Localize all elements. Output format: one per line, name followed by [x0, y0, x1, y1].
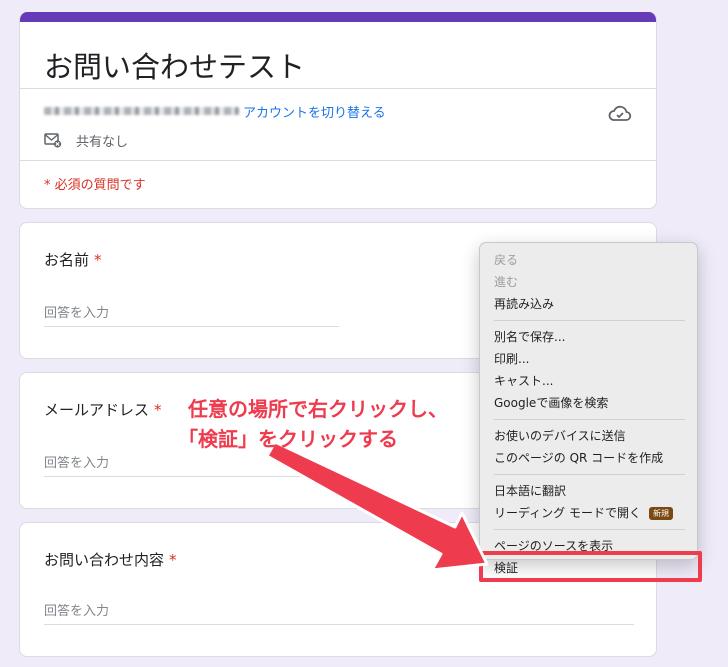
required-star: * — [169, 551, 177, 569]
menu-separator — [494, 474, 685, 475]
divider — [20, 88, 656, 89]
form-header-card: お問い合わせテスト アカウントを切り替える 共有なし * 必須の質問です — [19, 12, 657, 209]
menu-item-google-image-search[interactable]: Googleで画像を検索 — [494, 395, 608, 411]
question-label: お名前 — [44, 251, 90, 269]
menu-item-back[interactable]: 戻る — [494, 252, 518, 268]
question-title: メールアドレス * — [44, 399, 162, 420]
inspect-highlight-box — [479, 551, 702, 582]
menu-item-reading-mode[interactable]: リーディング モードで開く 新規 — [494, 505, 673, 521]
menu-item-qr-code[interactable]: このページの QR コードを作成 — [494, 450, 663, 466]
menu-separator — [494, 320, 685, 321]
menu-separator — [494, 419, 685, 420]
annotation-line-2: 「検証」をクリックする — [178, 427, 398, 451]
inquiry-input[interactable] — [44, 599, 634, 625]
question-title: お名前 * — [44, 249, 102, 270]
context-menu: 戻る 進む 再読み込み 別名で保存... 印刷... キャスト... Googl… — [479, 242, 698, 575]
required-star: * — [154, 401, 162, 419]
menu-item-cast[interactable]: キャスト... — [494, 373, 553, 389]
question-title: お問い合わせ内容 * — [44, 549, 177, 570]
switch-account-link[interactable]: アカウントを切り替える — [243, 102, 386, 121]
form-title: お問い合わせテスト — [44, 50, 306, 84]
share-status-row: 共有なし — [44, 130, 128, 150]
menu-item-reading-mode-label: リーディング モードで開く — [494, 506, 641, 520]
accent-bar — [20, 12, 656, 22]
question-label: メールアドレス — [44, 401, 150, 419]
divider — [20, 160, 656, 161]
account-row: アカウントを切り替える — [44, 102, 386, 121]
menu-item-forward[interactable]: 進む — [494, 274, 518, 290]
name-input[interactable] — [44, 301, 339, 327]
menu-item-save-as[interactable]: 別名で保存... — [494, 329, 565, 345]
question-label: お問い合わせ内容 — [44, 551, 165, 569]
share-status-text: 共有なし — [76, 134, 129, 150]
required-star: * — [94, 251, 102, 269]
email-input[interactable] — [44, 451, 339, 477]
menu-item-reload[interactable]: 再読み込み — [494, 296, 554, 312]
annotation-text: 任意の場所で右クリックし、 「検証」をクリックする — [178, 394, 448, 454]
menu-item-send-to-devices[interactable]: お使いのデバイスに送信 — [494, 428, 626, 444]
cloud-saved-icon — [608, 105, 632, 121]
mail-not-shared-icon — [44, 133, 62, 148]
required-note: * 必須の質問です — [44, 178, 146, 193]
new-badge: 新規 — [648, 507, 673, 520]
menu-item-translate[interactable]: 日本語に翻訳 — [494, 483, 566, 499]
annotation-line-1: 任意の場所で右クリックし、 — [188, 397, 448, 421]
menu-item-print[interactable]: 印刷... — [494, 351, 529, 367]
blurred-email — [44, 107, 239, 115]
menu-separator — [494, 529, 685, 530]
